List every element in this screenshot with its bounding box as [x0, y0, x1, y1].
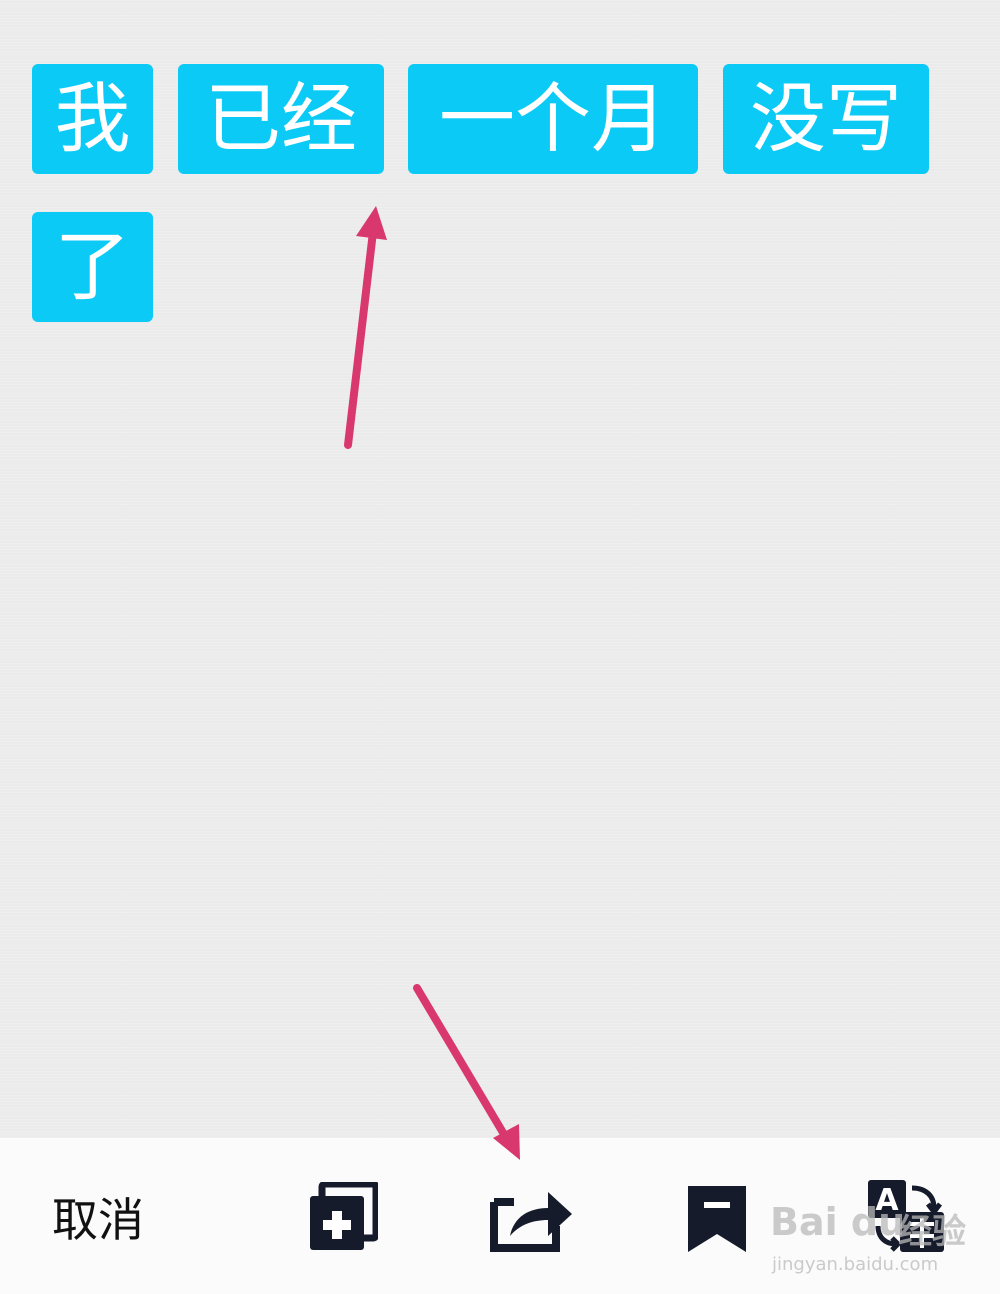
- bookmark-icon[interactable]: [686, 1184, 748, 1254]
- word-chip[interactable]: 一个月: [408, 64, 698, 174]
- word-chip[interactable]: 了: [32, 212, 153, 322]
- cancel-button[interactable]: 取消: [52, 1190, 144, 1250]
- share-icon[interactable]: [490, 1182, 574, 1252]
- svg-text:A: A: [875, 1183, 899, 1218]
- word-chip[interactable]: 已经: [178, 64, 384, 174]
- word-chip[interactable]: 我: [32, 64, 153, 174]
- word-chip[interactable]: 没写: [723, 64, 929, 174]
- word-split-canvas: 我 已经 一个月 没写 了: [0, 0, 1000, 1138]
- translate-icon[interactable]: A: [866, 1178, 946, 1254]
- copy-add-icon[interactable]: [308, 1180, 380, 1252]
